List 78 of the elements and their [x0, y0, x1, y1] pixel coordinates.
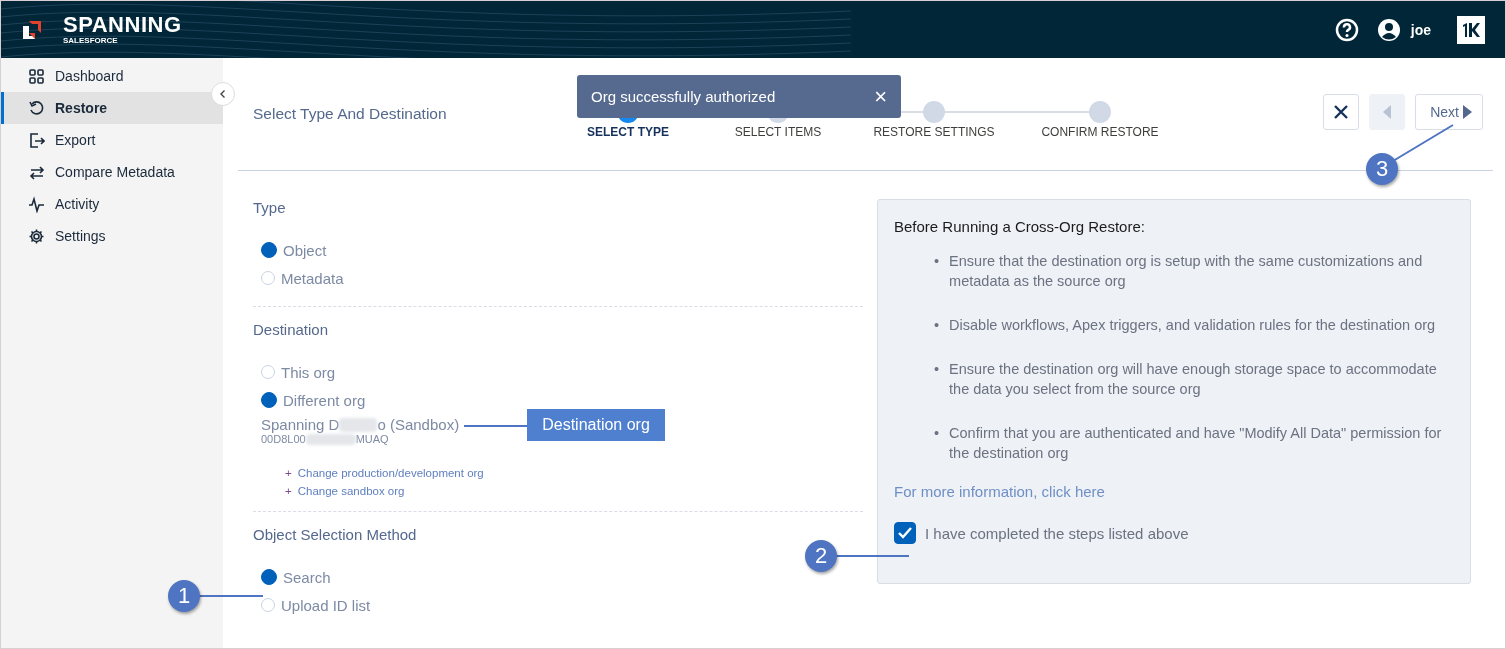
close-button[interactable]	[1323, 94, 1360, 130]
radio-label: Metadata	[281, 269, 344, 287]
progress-step: RESTORE SETTINGS	[873, 125, 995, 139]
callout-number: 2	[805, 540, 837, 572]
page-title: Select Type And Destination	[253, 105, 448, 123]
org-name-text: Spanning D	[261, 416, 340, 433]
step-dot	[923, 101, 945, 123]
radio-option[interactable]: Object	[253, 236, 863, 264]
user-name[interactable]: joe	[1410, 21, 1431, 38]
bullet-marker: •	[934, 360, 940, 379]
leader-line	[463, 425, 528, 427]
app-logo-icon[interactable]	[1457, 15, 1485, 44]
caret-right-icon	[1463, 105, 1472, 119]
progress-step: SELECT ITEMS	[734, 125, 822, 139]
brand-name: SPANNING	[63, 14, 182, 36]
close-icon	[1333, 104, 1350, 120]
change-org-link[interactable]: Change production/development org	[297, 467, 484, 479]
plus-icon: +	[285, 485, 292, 497]
radio-label: Different org	[283, 391, 366, 409]
check-icon	[898, 527, 912, 539]
radio-label: Search	[283, 568, 331, 586]
settings-icon	[28, 227, 45, 245]
callout-number: 3	[1366, 153, 1398, 185]
step-dot	[1089, 101, 1111, 123]
toast-message: Org successfully authorized	[591, 88, 776, 105]
section-heading: Destination	[253, 321, 330, 338]
chevron-left-icon	[218, 89, 228, 99]
brand-subtitle: SALESFORCE	[63, 36, 119, 45]
radio-option[interactable]: This org	[253, 358, 863, 386]
org-name-text: o (Sandbox)	[377, 416, 460, 433]
plus-icon: +	[285, 467, 292, 479]
logo-icon	[21, 18, 43, 41]
radio-button[interactable]	[261, 242, 277, 258]
progress-step: CONFIRM RESTORE	[1041, 125, 1159, 139]
radio-option[interactable]: Metadata	[253, 264, 863, 292]
sidebar-item[interactable]: Dashboard	[1, 60, 223, 92]
pulse-icon	[28, 195, 45, 213]
change-org-link[interactable]: Change sandbox org	[297, 485, 405, 497]
help-icon[interactable]	[1334, 17, 1359, 42]
section-heading: Object Selection Method	[253, 526, 418, 543]
swap-arrows-icon	[28, 163, 45, 181]
next-button[interactable]: Next	[1415, 94, 1483, 130]
radio-button[interactable]	[261, 392, 277, 408]
sidebar-item[interactable]: Activity	[1, 188, 223, 220]
user-avatar-icon[interactable]	[1376, 17, 1401, 42]
sidebar-item[interactable]: Settings	[1, 220, 223, 252]
grid-icon	[28, 67, 45, 85]
section-heading: Type	[253, 199, 287, 216]
instruction-item: Confirm that you are authenticated and have "Modify All Data" permission for the destination org	[949, 424, 1443, 463]
sidebar-item[interactable]: Restore	[1, 92, 223, 124]
radio-button[interactable]	[261, 569, 277, 585]
checkbox[interactable]	[894, 522, 916, 544]
panel-title: Before Running a Cross-Org Restore:	[894, 218, 1146, 235]
bullet-marker: •	[934, 252, 940, 271]
leader-line	[1392, 124, 1454, 162]
instruction-item: Disable workflows, Apex triggers, and validation rules for the destination org	[949, 316, 1436, 335]
instruction-item: Ensure that the destination org is setup with the same customizations and metadata as the source org	[949, 252, 1424, 291]
radio-label: This org	[281, 363, 336, 381]
sidebar-item[interactable]: Export	[1, 124, 223, 156]
progress-step: SELECT TYPE	[587, 125, 669, 139]
toast-close-button[interactable]: ×	[874, 85, 887, 108]
org-id-text: MUAQ	[355, 433, 389, 445]
radio-option[interactable]: Upload ID list	[253, 591, 863, 619]
caret-left-icon	[1382, 105, 1393, 119]
export-icon	[28, 131, 45, 149]
radio-label: Upload ID list	[281, 596, 371, 614]
redaction-blur	[339, 417, 378, 432]
checkbox-label: I have completed the steps listed above	[925, 524, 1189, 542]
org-id-text: 00D8L00	[261, 433, 306, 445]
more-info-link[interactable]: For more information, click here	[894, 483, 1105, 500]
bullet-marker: •	[934, 316, 940, 335]
undo-icon	[28, 99, 45, 117]
radio-label: Object	[283, 241, 327, 259]
redaction-blur	[305, 433, 356, 445]
bullet-marker: •	[934, 424, 940, 443]
sidebar-item[interactable]: Compare Metadata	[1, 156, 223, 188]
instruction-item: Ensure the destination org will have enough storage space to accommodate the data you select from the source org	[949, 360, 1438, 399]
annotation-label: Destination org	[527, 409, 665, 441]
